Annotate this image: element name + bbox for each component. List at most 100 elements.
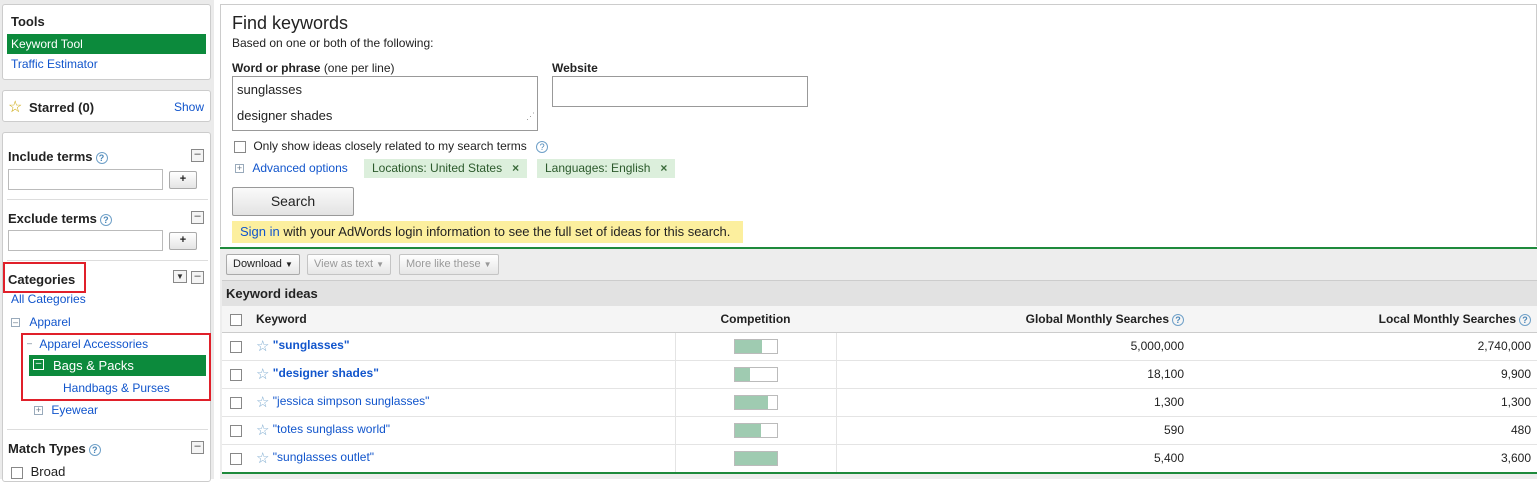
categories-title: Categories [8,272,76,287]
word-phrase-textarea[interactable]: sunglasses designer shades ⋰ [232,76,538,131]
competition-header[interactable]: Competition [675,306,836,333]
word-line: designer shades [237,108,333,123]
category-apparel[interactable]: Apparel [29,315,70,329]
signin-text: with your AdWords login information to s… [279,224,731,239]
website-label: Website [552,61,598,75]
only-show-checkbox[interactable] [234,140,246,153]
star-icon[interactable]: ☆ [256,394,269,411]
collapse-match-types-button[interactable]: – [191,441,204,454]
signin-link[interactable]: Sign in [240,224,280,239]
local-searches-cell: 9,900 [1190,360,1537,389]
row-checkbox[interactable] [230,396,242,409]
category-eyewear-row: + Eyewear [34,403,98,417]
match-types-label: Match Types? [8,441,101,456]
select-all-cell [222,306,250,333]
star-icon[interactable]: ☆ [256,366,269,383]
row-checkbox[interactable] [230,452,242,465]
signin-notice: Sign in with your AdWords login informat… [232,221,743,243]
collapse-include-button[interactable]: – [191,149,204,162]
table-bottom-rule [222,472,1537,474]
global-searches-label: Global Monthly Searches [1025,311,1169,326]
divider [7,199,208,200]
keyword-link[interactable]: "jessica simpson sunglasses" [273,394,430,408]
include-add-button[interactable]: + [169,171,197,189]
match-broad-checkbox[interactable] [11,466,23,479]
tool-traffic-estimator[interactable]: Traffic Estimator [11,57,98,71]
global-searches-cell: 18,100 [836,360,1190,389]
star-icon[interactable]: ☆ [256,422,269,439]
resize-handle-icon[interactable]: ⋰ [526,104,535,129]
word-line: sunglasses [237,82,303,97]
location-chip-label: Locations: United States [372,161,503,175]
location-chip: Locations: United States × [364,159,528,178]
word-phrase-title: Word or phrase [232,61,321,75]
local-searches-header[interactable]: Local Monthly Searches? [1190,306,1537,333]
category-apparel-accessories[interactable]: Apparel Accessories [39,337,148,351]
help-icon[interactable]: ? [1519,313,1531,326]
row-select-cell [222,332,250,361]
language-chip-label: Languages: English [545,161,651,175]
row-select-cell [222,360,250,389]
star-icon[interactable]: ☆ [256,450,269,467]
collapse-tree-icon[interactable]: – [33,359,44,370]
collapse-tree-icon[interactable]: – [11,318,20,328]
star-icon[interactable]: ☆ [256,338,269,355]
categories-dropdown-icon[interactable]: ▼ [173,270,187,283]
select-all-checkbox[interactable] [230,313,242,326]
match-broad-label: Broad [30,464,66,479]
competition-fill [734,367,751,381]
help-icon[interactable]: ? [88,443,101,456]
exclude-add-button[interactable]: + [169,232,197,250]
exclude-terms-input[interactable] [8,230,163,251]
expand-tree-icon[interactable]: + [34,406,43,416]
category-all[interactable]: All Categories [11,292,86,306]
help-icon[interactable]: ? [1172,313,1184,326]
competition-fill [734,395,769,409]
help-icon[interactable]: ? [95,151,108,164]
starred-show-link[interactable]: Show [174,100,204,114]
row-checkbox[interactable] [230,340,242,353]
expand-icon[interactable]: + [235,164,244,174]
keyword-header[interactable]: Keyword [250,306,675,333]
website-input[interactable] [552,76,808,107]
more-like-these-button[interactable]: More like these ▼ [399,254,499,275]
competition-cell [674,388,837,417]
collapse-categories-button[interactable]: – [191,271,204,284]
competition-fill [734,423,761,437]
match-types-text: Match Types [8,441,86,456]
competition-bar [733,366,778,382]
search-button[interactable]: Search [232,187,354,216]
collapse-tree-icon[interactable]: – [25,339,34,349]
view-as-text-label: View as text [314,258,374,270]
collapse-exclude-button[interactable]: – [191,211,204,224]
starred-panel: ☆ Starred (0) Show [2,90,211,122]
keyword-link[interactable]: "designer shades" [273,366,379,380]
help-icon[interactable]: ? [536,140,549,153]
keyword-cell: ☆ "sunglasses outlet" [250,444,675,473]
remove-language-icon[interactable]: × [660,161,667,175]
remove-location-icon[interactable]: × [512,161,519,175]
help-icon[interactable]: ? [99,213,112,226]
word-phrase-hint: (one per line) [323,61,395,75]
global-searches-cell: 5,400 [836,444,1190,473]
more-like-these-label: More like these [406,258,481,270]
category-eyewear[interactable]: Eyewear [51,403,98,417]
keyword-link[interactable]: "sunglasses" [273,338,350,352]
table-row: ☆ "sunglasses" 5,000,000 2,740,000 [222,332,1537,361]
table-row: ☆ "designer shades" 18,100 9,900 [222,360,1537,389]
include-terms-input[interactable] [8,169,163,190]
global-searches-header[interactable]: Global Monthly Searches? [836,306,1190,333]
keyword-link[interactable]: "totes sunglass world" [273,422,390,436]
download-button[interactable]: Download ▼ [226,254,300,275]
view-as-text-button[interactable]: View as text ▼ [307,254,392,275]
tool-keyword-tool[interactable]: Keyword Tool [7,34,206,54]
starred-label: Starred (0) [29,100,95,115]
advanced-options-link[interactable]: Advanced options [252,161,347,175]
row-checkbox[interactable] [230,368,242,381]
category-bags-packs-label: Bags & Packs [53,358,134,373]
category-bags-packs[interactable]: – Bags & Packs [29,355,206,376]
category-handbags-purses[interactable]: Handbags & Purses [63,381,170,395]
keyword-ideas-table: Keyword Competition Global Monthly Searc… [222,306,1537,473]
keyword-link[interactable]: "sunglasses outlet" [273,450,374,464]
row-checkbox[interactable] [230,424,242,437]
